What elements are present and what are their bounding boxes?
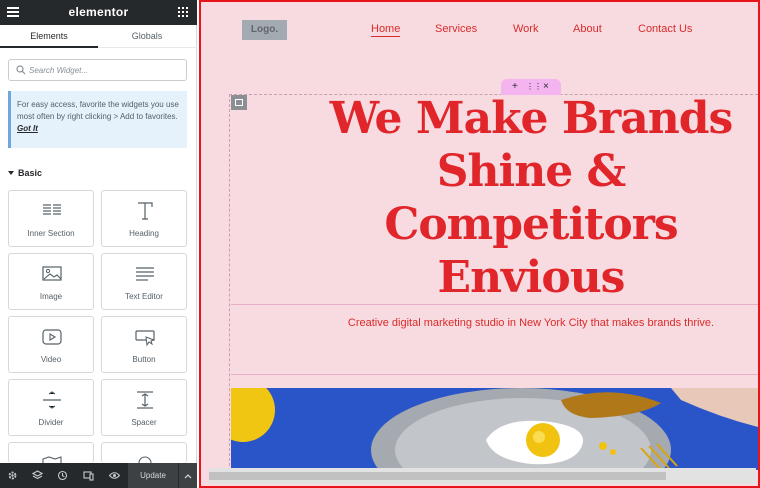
- caret-down-icon: [8, 171, 14, 175]
- widgets-grid-icon[interactable]: [178, 7, 188, 17]
- tip-text: For easy access, favorite the widgets yo…: [17, 100, 179, 121]
- chevron-up-icon: [184, 474, 192, 479]
- hero-subtitle[interactable]: Creative digital marketing studio in New…: [301, 317, 758, 329]
- tab-globals[interactable]: Globals: [98, 25, 196, 48]
- scrollbar-thumb[interactable]: [209, 472, 666, 480]
- navigator-button[interactable]: [25, 463, 50, 488]
- widget-image[interactable]: Image: [8, 253, 94, 310]
- widget-spacer[interactable]: Spacer: [101, 379, 187, 436]
- responsive-icon: [83, 471, 94, 481]
- category-label: Basic: [18, 168, 43, 178]
- hero-photo: [231, 388, 758, 470]
- headline-line: We Make Brands: [329, 93, 734, 144]
- column-handle[interactable]: [231, 95, 247, 110]
- widget-heading[interactable]: Heading: [101, 190, 187, 247]
- widget-divider[interactable]: Divider: [8, 379, 94, 436]
- site-logo[interactable]: Logo.: [242, 20, 287, 40]
- responsive-button[interactable]: [76, 463, 101, 488]
- hero-image[interactable]: [231, 388, 758, 470]
- favorites-tip: For easy access, favorite the widgets yo…: [8, 91, 187, 148]
- panel-header: elementor: [0, 0, 197, 25]
- headline-line: Competitors: [384, 199, 678, 250]
- widget-label: Divider: [38, 418, 64, 427]
- headline-line: Shine &: [436, 146, 627, 197]
- spacer-icon: [137, 391, 153, 409]
- panel-tabs: Elements Globals: [0, 25, 197, 48]
- column-outline: [229, 94, 230, 466]
- brand-logo: elementor: [68, 5, 129, 19]
- heading-icon: [138, 202, 153, 220]
- button-icon: [135, 330, 156, 347]
- widget-label: Button: [132, 355, 156, 364]
- widget-label: Text Editor: [125, 292, 163, 301]
- hero-headline[interactable]: We Make Brands Shine & Competitors Envio…: [311, 92, 751, 304]
- tab-elements[interactable]: Elements: [0, 25, 98, 48]
- update-options-button[interactable]: [179, 463, 197, 488]
- nav-work[interactable]: Work: [513, 23, 538, 35]
- nav-contact-us[interactable]: Contact Us: [638, 23, 692, 35]
- page-preview: Logo. Home Services Work About Contact U…: [199, 0, 760, 488]
- widget-label: Inner Section: [27, 229, 75, 238]
- search-icon: [16, 65, 26, 75]
- widget-label: Video: [40, 355, 62, 364]
- search-placeholder: Search Widget...: [29, 66, 89, 75]
- update-button[interactable]: Update: [128, 463, 178, 488]
- widget-text-editor[interactable]: Text Editor: [101, 253, 187, 310]
- column-icon: [235, 99, 243, 106]
- widget-button[interactable]: Button: [101, 316, 187, 373]
- search-widget-input[interactable]: Search Widget...: [8, 59, 187, 81]
- video-icon: [42, 329, 62, 345]
- widget-label: Spacer: [131, 418, 157, 427]
- history-icon: [57, 470, 68, 481]
- text-editor-icon: [136, 267, 154, 281]
- settings-icon: [8, 471, 17, 480]
- divider-icon: [43, 391, 61, 409]
- widget-label: Image: [39, 292, 63, 301]
- inner-section-icon: [43, 204, 61, 215]
- panel-footer: Update: [0, 463, 197, 488]
- widget-google-maps[interactable]: [8, 442, 94, 472]
- horizontal-scrollbar[interactable]: [209, 468, 756, 484]
- divider-line: [231, 374, 758, 375]
- nav-about[interactable]: About: [573, 23, 602, 35]
- elementor-panel: elementor Elements Globals Search Widget…: [0, 0, 197, 488]
- widget-icon[interactable]: [101, 442, 187, 470]
- nav-services[interactable]: Services: [435, 23, 477, 35]
- category-basic[interactable]: Basic: [8, 168, 42, 178]
- widget-label: Heading: [129, 229, 159, 238]
- preview-icon: [109, 472, 120, 479]
- widget-inner-section[interactable]: Inner Section: [8, 190, 94, 247]
- divider-line: [231, 304, 758, 305]
- headline-line: Envious: [437, 252, 626, 303]
- image-icon: [42, 266, 62, 281]
- settings-button[interactable]: [0, 463, 25, 488]
- navigator-icon: [32, 470, 43, 480]
- got-it-link[interactable]: Got It: [17, 124, 38, 133]
- preview-button[interactable]: [102, 463, 127, 488]
- history-button[interactable]: [50, 463, 75, 488]
- nav-home[interactable]: Home: [371, 23, 401, 37]
- widget-video[interactable]: Video: [8, 316, 94, 373]
